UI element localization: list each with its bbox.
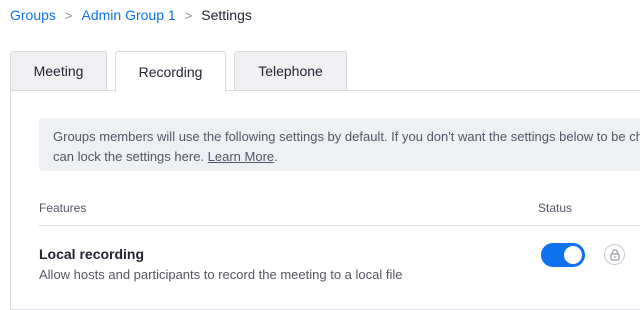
notice-text-line2: can lock the settings here. Learn More. (53, 147, 640, 167)
breadcrumb: Groups > Admin Group 1 > Settings (10, 7, 252, 23)
local-recording-toggle[interactable] (541, 243, 585, 267)
tab-telephone[interactable]: Telephone (234, 51, 347, 90)
divider (39, 225, 640, 226)
notice-suffix: . (274, 149, 278, 164)
breadcrumb-groups-link[interactable]: Groups (10, 7, 56, 23)
breadcrumb-separator: > (184, 7, 193, 23)
features-column-header: Features (39, 201, 87, 215)
info-notice: Groups members will use the following se… (39, 118, 640, 171)
local-recording-description: Allow hosts and participants to record t… (39, 267, 403, 282)
learn-more-link[interactable]: Learn More (208, 149, 274, 164)
breadcrumb-admin-group-link[interactable]: Admin Group 1 (82, 7, 176, 23)
tab-meeting[interactable]: Meeting (10, 51, 107, 90)
tab-recording[interactable]: Recording (115, 51, 226, 92)
breadcrumb-separator: > (64, 7, 73, 23)
lock-glyph (609, 248, 620, 261)
lock-icon[interactable] (604, 244, 625, 265)
status-column-header: Status (538, 201, 573, 215)
local-recording-title: Local recording (39, 246, 145, 262)
settings-panel: Groups members will use the following se… (10, 90, 640, 310)
tab-bar: Meeting Recording Telephone (10, 51, 355, 92)
toggle-knob (564, 246, 582, 264)
notice-text-2: can lock the settings here. (53, 149, 205, 164)
notice-text: Groups members will use the following se… (53, 129, 640, 144)
breadcrumb-current: Settings (201, 7, 252, 23)
